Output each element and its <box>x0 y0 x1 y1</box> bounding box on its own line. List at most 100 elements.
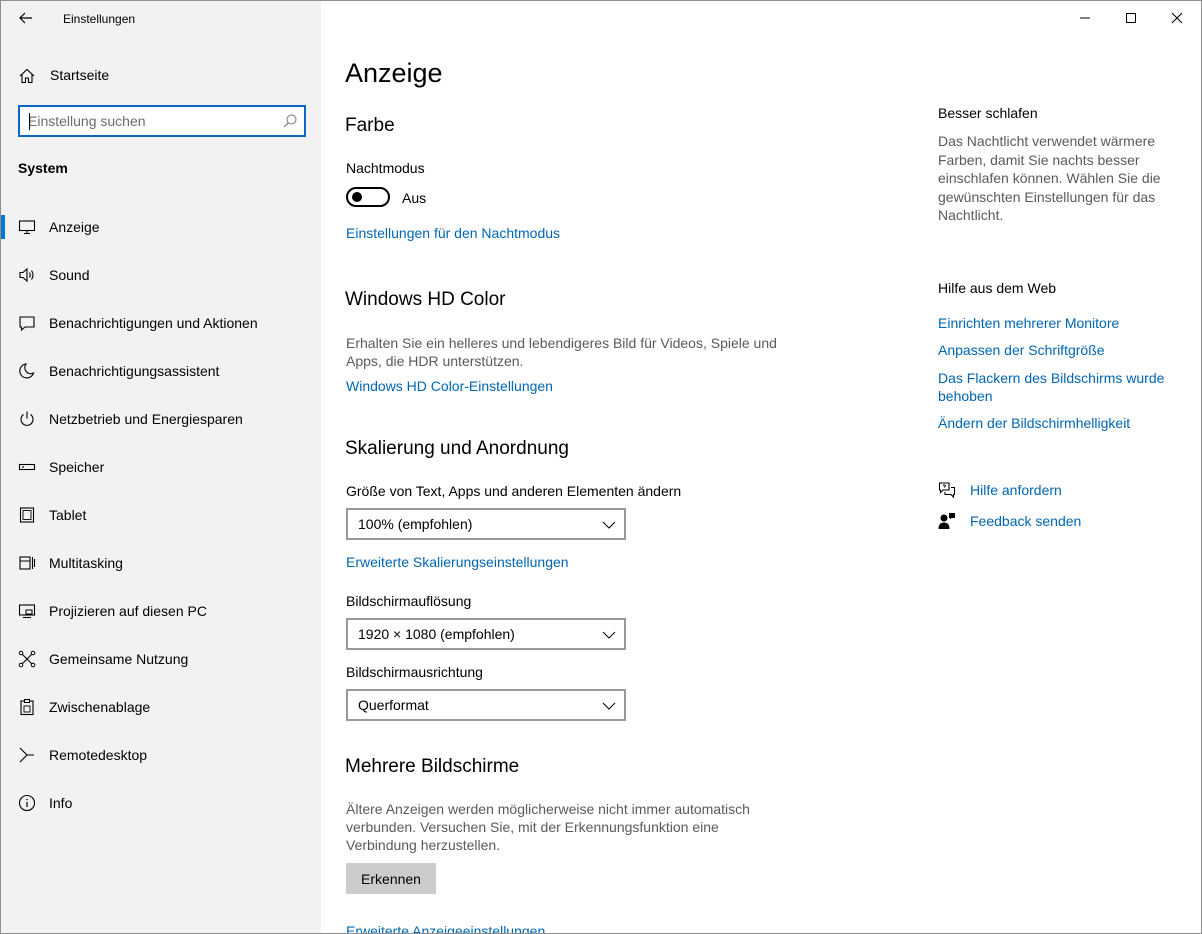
send-feedback-label: Feedback senden <box>970 513 1082 529</box>
sidebar-item-label: Zwischenablage <box>49 699 151 715</box>
scaling-dropdown[interactable]: 100% (empfohlen) <box>346 508 626 540</box>
resolution-dropdown[interactable]: 1920 × 1080 (empfohlen) <box>346 618 626 650</box>
minimize-icon <box>1080 17 1090 19</box>
sidebar-item-storage[interactable]: Speicher <box>1 447 321 487</box>
sidebar-item-label: Anzeige <box>49 219 100 235</box>
sidebar-item-label: Sound <box>49 267 90 283</box>
scaling-value: 100% (empfohlen) <box>358 516 473 532</box>
sidebar-item-label: Tablet <box>49 507 87 523</box>
sidebar-item-focus-assist[interactable]: Benachrichtigungsassistent <box>1 351 321 391</box>
orientation-dropdown[interactable]: Querformat <box>346 689 626 721</box>
multi-display-description: Ältere Anzeigen werden möglicherweise ni… <box>346 801 750 853</box>
close-button[interactable] <box>1154 1 1200 35</box>
active-indicator <box>1 215 5 239</box>
sidebar-item-power[interactable]: Netzbetrieb und Energiesparen <box>1 399 321 439</box>
sidebar-section-title: System <box>18 160 68 176</box>
section-heading-scaling: Skalierung und Anordnung <box>345 438 569 459</box>
sidebar-item-multitasking[interactable]: Multitasking <box>1 543 321 583</box>
info-icon <box>18 794 36 812</box>
sidebar-item-clipboard[interactable]: Zwischenablage <box>1 687 321 727</box>
search-icon <box>283 114 297 128</box>
minimize-button[interactable] <box>1062 1 1108 35</box>
close-icon <box>1171 12 1183 24</box>
power-icon <box>20 411 34 426</box>
main-content: Anzeige Farbe Nachtmodus Aus Einstellung… <box>321 1 1201 933</box>
resolution-value: 1920 × 1080 (empfohlen) <box>358 626 515 642</box>
sleep-description: Das Nachtlicht verwendet wärmere Farben,… <box>938 133 1161 223</box>
sidebar-item-home[interactable]: Startseite <box>1 59 321 91</box>
maximize-icon <box>1126 13 1136 23</box>
sidebar-item-tablet[interactable]: Tablet <box>1 495 321 535</box>
maximize-button[interactable] <box>1108 1 1154 35</box>
project-icon <box>18 604 36 619</box>
speaker-icon <box>19 267 34 283</box>
size-label: Größe von Text, Apps und anderen Element… <box>346 483 682 499</box>
home-icon <box>19 68 35 84</box>
search-box[interactable] <box>18 105 306 137</box>
sidebar-item-sound[interactable]: Sound <box>1 255 321 295</box>
sidebar-item-label: Multitasking <box>49 555 123 571</box>
section-heading-hd-color: Windows HD Color <box>345 289 506 310</box>
resolution-label: Bildschirmauflösung <box>346 593 472 609</box>
remote-desktop-icon <box>19 747 34 763</box>
night-mode-toggle[interactable] <box>346 187 390 207</box>
moon-icon <box>19 363 35 379</box>
page-title: Anzeige <box>345 58 443 88</box>
sidebar-item-share[interactable]: Gemeinsame Nutzung <box>1 639 321 679</box>
chevron-down-icon <box>602 521 616 529</box>
sidebar-item-remote-desktop[interactable]: Remotedesktop <box>1 735 321 775</box>
orientation-label: Bildschirmausrichtung <box>346 664 483 680</box>
hd-color-description: Erhalten Sie ein helleres und lebendiger… <box>346 335 777 369</box>
feedback-icon <box>938 513 955 529</box>
sidebar-item-anzeige[interactable]: Anzeige <box>1 207 321 247</box>
home-label: Startseite <box>50 67 110 83</box>
share-icon <box>18 650 36 668</box>
night-mode-label: Nachtmodus <box>346 160 425 176</box>
back-button[interactable] <box>15 7 37 29</box>
orientation-value: Querformat <box>358 697 429 713</box>
chevron-down-icon <box>602 631 616 639</box>
sidebar-item-label: Gemeinsame Nutzung <box>49 651 189 667</box>
clipboard-icon <box>20 699 34 716</box>
search-input[interactable] <box>28 112 268 130</box>
sidebar-item-label: Benachrichtigungen und Aktionen <box>49 315 258 331</box>
send-feedback-link[interactable]: Feedback senden <box>938 511 1178 533</box>
settings-window: Einstellungen Startseite System Anzeige … <box>0 0 1202 934</box>
arrow-left-icon <box>19 12 32 24</box>
get-help-link[interactable]: Hilfe anfordern <box>938 480 1178 502</box>
sidebar-item-label: Speicher <box>49 459 105 475</box>
sidebar-item-label: Remotedesktop <box>49 747 148 763</box>
detect-button[interactable]: Erkennen <box>346 863 436 894</box>
hd-color-settings-link[interactable]: Windows HD Color-Einstellungen <box>346 378 553 394</box>
multitasking-icon <box>19 556 36 570</box>
help-link-multiple-monitors[interactable]: Einrichten mehrerer Monitore <box>938 314 1178 332</box>
sidebar-item-info[interactable]: Info <box>1 783 321 823</box>
advanced-scaling-link[interactable]: Erweiterte Skalierungseinstellungen <box>346 554 569 570</box>
text-cursor <box>29 113 30 130</box>
web-help-heading: Hilfe aus dem Web <box>938 280 1057 296</box>
section-heading-farbe: Farbe <box>345 115 395 136</box>
sidebar-item-label: Netzbetrieb und Energiesparen <box>49 411 243 427</box>
monitor-icon <box>18 220 36 235</box>
sidebar-item-label: Info <box>49 795 73 811</box>
night-mode-settings-link[interactable]: Einstellungen für den Nachtmodus <box>346 225 560 241</box>
notification-icon <box>19 316 35 332</box>
help-link-screen-flicker[interactable]: Das Flackern des Bildschirms wurde behob… <box>938 369 1178 405</box>
section-heading-multi-display: Mehrere Bildschirme <box>345 756 520 777</box>
sidebar-item-project[interactable]: Projizieren auf diesen PC <box>1 591 321 631</box>
advanced-display-settings-link[interactable]: Erweiterte Anzeigeeinstellungen <box>346 923 545 933</box>
sleep-heading: Besser schlafen <box>938 105 1038 121</box>
sidebar: Einstellungen Startseite System Anzeige … <box>1 1 321 933</box>
chat-help-icon <box>938 482 956 499</box>
help-link-brightness[interactable]: Ändern der Bildschirmhelligkeit <box>938 414 1178 432</box>
get-help-label: Hilfe anfordern <box>970 482 1062 498</box>
chevron-down-icon <box>602 702 616 710</box>
sidebar-item-label: Projizieren auf diesen PC <box>49 603 207 619</box>
toggle-knob <box>352 192 362 202</box>
sidebar-item-label: Benachrichtigungsassistent <box>49 363 220 379</box>
help-link-font-size[interactable]: Anpassen der Schriftgröße <box>938 341 1178 359</box>
night-mode-state: Aus <box>402 190 427 206</box>
app-title: Einstellungen <box>63 12 136 26</box>
tablet-icon <box>19 507 35 523</box>
sidebar-item-notifications[interactable]: Benachrichtigungen und Aktionen <box>1 303 321 343</box>
